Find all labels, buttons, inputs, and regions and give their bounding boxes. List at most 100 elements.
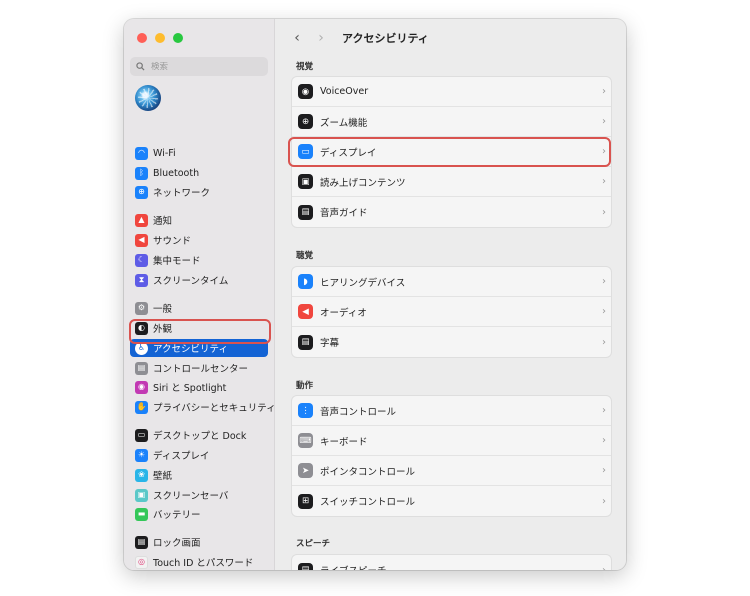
close-button[interactable] [137, 33, 147, 43]
sun-icon: ☀ [135, 448, 148, 462]
sidebar-item-lock[interactable]: ▤ ロック画面 [130, 533, 268, 551]
sidebar-item-label: スクリーンタイム [153, 276, 229, 287]
battery-icon: ▬ [135, 507, 148, 521]
spoken-content-icon: ▣ [298, 174, 313, 189]
page-title: アクセシビリティ [342, 32, 429, 45]
speaker-icon: ◀ [135, 233, 148, 247]
setting-row-voice-control[interactable]: ⋮ 音声コントロール › [292, 396, 611, 426]
settings-group: ◗ ヒアリングデバイス › ◀ オーディオ › ▤ 字幕 › [291, 266, 612, 358]
sidebar-item-fingerprint[interactable]: ◎ Touch ID とパスワード [130, 553, 268, 570]
setting-row-voiceover[interactable]: ◉ VoiceOver › [292, 77, 611, 107]
settings-group: ◉ VoiceOver › ⊕ ズーム機能 › ▭ ディスプレイ › ▣ 読み上げコンテンツ › ▤ 音声… [291, 76, 612, 228]
control-center-icon: ▤ [135, 361, 148, 375]
gear-icon: ⚙ [135, 301, 148, 315]
switch-control-icon: ⊞ [298, 493, 313, 509]
sidebar-item-label: ディスプレイ [153, 451, 210, 462]
setting-row-speaker[interactable]: ◀ オーディオ › [292, 297, 611, 327]
setting-row-keyboard[interactable]: ⌨ キーボード › [292, 426, 611, 456]
sidebar-item-gear[interactable]: ⚙ 一般 [130, 299, 268, 317]
chevron-right-icon: › [602, 146, 606, 157]
screensaver-icon: ▣ [135, 488, 148, 502]
bell-icon: ▲ [135, 213, 148, 227]
setting-row-label: ズーム機能 [320, 117, 368, 129]
sidebar-item-label: 外観 [153, 324, 173, 335]
globe-icon: ⊕ [135, 185, 148, 199]
search-field[interactable] [130, 57, 268, 76]
sidebar-item-hand[interactable]: ✋ プライバシーとセキュリティ [130, 398, 276, 416]
speaker-icon: ◀ [298, 304, 313, 319]
chevron-right-icon: › [602, 276, 606, 287]
setting-row-zoom[interactable]: ⊕ ズーム機能 › [292, 107, 611, 137]
chevron-right-icon: › [602, 206, 606, 218]
sidebar-item-moon[interactable]: ☾ 集中モード [130, 251, 268, 269]
chevron-right-icon: › [602, 465, 606, 476]
sidebar-item-label: コントロールセンター [153, 364, 249, 375]
sidebar: ◠ Wi-Fi ᛒ Bluetooth ⊕ ネットワーク ▲ 通知 ◀ サウンド ☾ 集中モード ⧗ スク… [124, 19, 276, 570]
sidebar-item-label: ネットワーク [153, 188, 211, 199]
settings-group: ▤ ライブスピーチ › [291, 554, 612, 570]
bluetooth-icon: ᛒ [135, 166, 148, 180]
chevron-right-icon: › [602, 405, 606, 416]
setting-row-label: ヒアリングデバイス [320, 277, 406, 289]
setting-row-ear[interactable]: ◗ ヒアリングデバイス › [292, 267, 611, 297]
keyboard-icon: ⌨ [298, 433, 313, 448]
sidebar-item-bell[interactable]: ▲ 通知 [130, 211, 268, 229]
ear-icon: ◗ [298, 274, 313, 289]
zoom-button[interactable] [173, 33, 183, 43]
sidebar-item-battery[interactable]: ▬ バッテリー [130, 505, 268, 523]
chevron-right-icon: › [602, 336, 606, 348]
avatar[interactable] [135, 85, 161, 111]
sidebar-item-label: 壁紙 [153, 471, 173, 482]
forward-button[interactable]: › [314, 30, 328, 46]
sidebar-item-siri[interactable]: ◉ Siri と Spotlight [130, 378, 268, 396]
sidebar-item-label: 集中モード [153, 256, 201, 267]
setting-row-pointer[interactable]: ➤ ポインタコントロール › [292, 456, 611, 486]
setting-row-label: ディスプレイ [320, 147, 377, 159]
setting-row-display[interactable]: ▭ ディスプレイ › [292, 137, 611, 167]
sidebar-item-label: 通知 [153, 216, 173, 227]
siri-icon: ◉ [135, 380, 148, 394]
chevron-right-icon: › [602, 86, 606, 97]
setting-row-label: ポインタコントロール [320, 466, 416, 478]
sidebar-item-speaker[interactable]: ◀ サウンド [130, 231, 268, 249]
sidebar-item-control-center[interactable]: ▤ コントロールセンター [130, 359, 268, 377]
live-speech-icon: ▤ [298, 562, 313, 570]
sidebar-item-label: Wi-Fi [153, 147, 176, 159]
setting-row-label: 音声ガイド [320, 208, 368, 219]
setting-row-audio-description[interactable]: ▤ 音声ガイド › [292, 197, 611, 227]
sidebar-item-wifi[interactable]: ◠ Wi-Fi [130, 144, 268, 162]
search-input[interactable] [151, 61, 261, 72]
dock-icon: ▭ [135, 428, 148, 442]
sidebar-item-bluetooth[interactable]: ᛒ Bluetooth [130, 164, 268, 182]
section-label: 視覚 [296, 62, 314, 72]
appearance-icon: ◐ [135, 321, 148, 335]
setting-row-live-speech[interactable]: ▤ ライブスピーチ › [292, 555, 611, 570]
sidebar-item-sun[interactable]: ☀ ディスプレイ [130, 446, 268, 464]
setting-row-label: ライブスピーチ [320, 563, 590, 570]
sidebar-item-screensaver[interactable]: ▣ スクリーンセーバ [130, 486, 268, 504]
sidebar-item-appearance[interactable]: ◐ 外観 [130, 319, 268, 337]
lock-icon: ▤ [135, 535, 148, 549]
setting-row-switch-control[interactable]: ⊞ スイッチコントロール › [292, 486, 611, 516]
sidebar-item-globe[interactable]: ⊕ ネットワーク [130, 183, 268, 201]
setting-row-label: スイッチコントロール [320, 497, 416, 508]
wallpaper-icon: ❀ [135, 468, 148, 482]
sidebar-item-label: プライバシーとセキュリティ [153, 403, 276, 414]
chevron-right-icon: › [602, 116, 606, 127]
fingerprint-icon: ◎ [135, 555, 148, 569]
sidebar-item-label: アクセシビリティ [153, 344, 228, 355]
traffic-lights [137, 33, 183, 43]
sidebar-item-wallpaper[interactable]: ❀ 壁紙 [130, 466, 268, 484]
voiceover-icon: ◉ [298, 84, 313, 99]
sidebar-item-hourglass[interactable]: ⧗ スクリーンタイム [130, 271, 268, 289]
captions-icon: ▤ [298, 334, 313, 350]
minimize-button[interactable] [155, 33, 165, 43]
section-label: スピーチ [296, 539, 331, 549]
sidebar-item-label: Bluetooth [153, 167, 200, 179]
setting-row-label: キーボード [320, 436, 368, 448]
setting-row-captions[interactable]: ▤ 字幕 › [292, 327, 611, 357]
back-button[interactable]: ‹ [290, 30, 304, 46]
sidebar-item-dock[interactable]: ▭ デスクトップと Dock [130, 426, 268, 444]
sidebar-item-accessibility[interactable]: ♿ アクセシビリティ [130, 339, 268, 357]
setting-row-spoken-content[interactable]: ▣ 読み上げコンテンツ › [292, 167, 611, 197]
